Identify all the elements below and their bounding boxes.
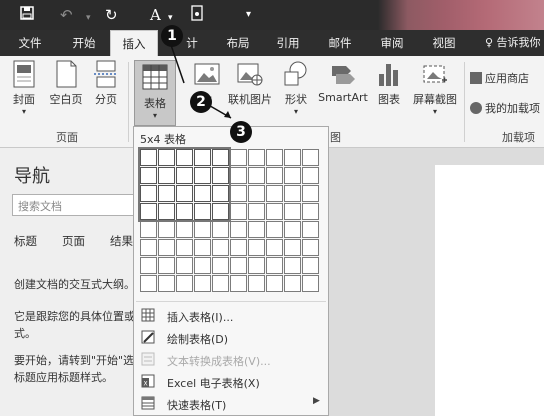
step-3-callout: 3: [230, 121, 252, 143]
callout-arrows: [170, 44, 232, 119]
step-2-callout: 2: [190, 91, 212, 113]
step-1-callout: 1: [161, 25, 183, 47]
